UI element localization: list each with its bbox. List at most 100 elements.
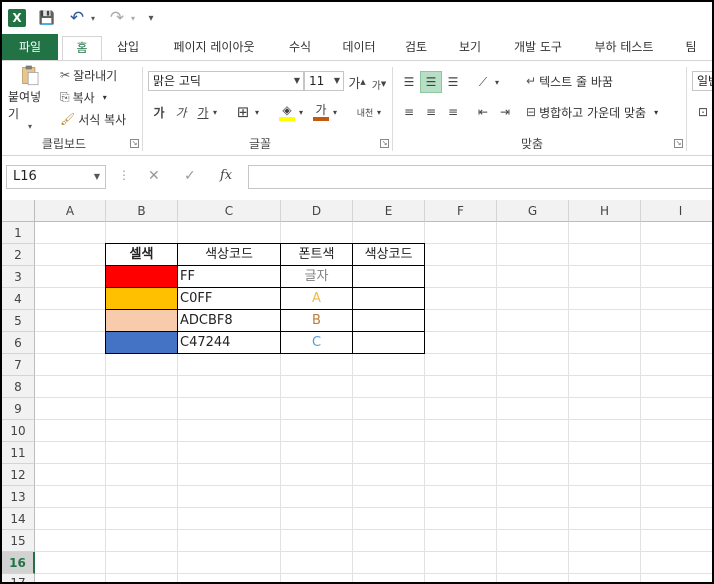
table-header-cell[interactable]: 셀색 bbox=[106, 244, 178, 266]
border-dropdown-icon[interactable]: ▾ bbox=[252, 101, 262, 123]
row-header[interactable]: 12 bbox=[2, 464, 35, 486]
row-header[interactable]: 9 bbox=[2, 398, 35, 420]
underline-dropdown-icon[interactable]: ▾ bbox=[210, 101, 220, 123]
wrap-text-button[interactable]: ↵ 텍스트 줄 바꿈 bbox=[526, 71, 613, 91]
tab-data[interactable]: 데이터 bbox=[332, 34, 386, 60]
column-header-h[interactable]: H bbox=[569, 200, 641, 222]
table-header-cell[interactable]: 폰트색 bbox=[281, 244, 353, 266]
table-header-cell[interactable]: 색상코드 bbox=[178, 244, 281, 266]
tab-home[interactable]: 홈 bbox=[62, 36, 102, 61]
row-header[interactable]: 7 bbox=[2, 354, 35, 376]
orientation-dropdown-icon[interactable]: ▾ bbox=[492, 71, 502, 93]
color-code-cell[interactable]: ADCBF8 bbox=[178, 310, 281, 332]
phonetic-button[interactable]: 내천 bbox=[354, 101, 376, 123]
align-middle-button[interactable]: ☰ bbox=[420, 71, 442, 93]
orientation-button[interactable]: ⟋ bbox=[472, 71, 494, 93]
font-launcher-icon[interactable]: ↘ bbox=[380, 139, 389, 148]
align-bottom-button[interactable]: ☰ bbox=[442, 71, 464, 93]
column-header-a[interactable]: A bbox=[35, 200, 106, 222]
color-code-cell[interactable]: C47244 bbox=[178, 332, 281, 354]
color-code-result-cell[interactable] bbox=[353, 332, 425, 354]
select-all-corner[interactable] bbox=[2, 200, 35, 222]
align-top-button[interactable]: ☰ bbox=[398, 71, 420, 93]
column-header-g[interactable]: G bbox=[497, 200, 569, 222]
fill-color-cell[interactable] bbox=[106, 266, 178, 288]
copy-dropdown-icon[interactable]: ▾ bbox=[103, 93, 107, 102]
color-code-cell[interactable]: C0FF bbox=[178, 288, 281, 310]
decrease-indent-button[interactable]: ⇤ bbox=[472, 101, 494, 123]
name-box[interactable]: L16 ▼ bbox=[6, 165, 106, 189]
copy-button[interactable]: ⎘ 복사 ▾ bbox=[60, 87, 107, 107]
undo-dropdown-icon[interactable]: ▾ bbox=[88, 8, 98, 28]
column-header-c[interactable]: C bbox=[178, 200, 281, 222]
font-name-select[interactable]: 맑은 고딕 ▼ bbox=[148, 71, 304, 91]
color-code-result-cell[interactable] bbox=[353, 266, 425, 288]
font-color-button[interactable]: 가 bbox=[310, 101, 332, 123]
font-color-dropdown-icon[interactable]: ▾ bbox=[330, 101, 340, 123]
column-header-b[interactable]: B bbox=[106, 200, 178, 222]
fill-color-cell[interactable] bbox=[106, 310, 178, 332]
fill-color-dropdown-icon[interactable]: ▾ bbox=[296, 101, 306, 123]
save-icon[interactable]: 💾 bbox=[36, 8, 58, 28]
cancel-icon[interactable]: ✕ bbox=[148, 168, 160, 184]
row-header[interactable]: 11 bbox=[2, 442, 35, 464]
table-header-cell[interactable]: 색상코드 bbox=[353, 244, 425, 266]
row-header[interactable]: 1 bbox=[2, 222, 35, 244]
row-header[interactable]: 5 bbox=[2, 310, 35, 332]
tab-formulas[interactable]: 수식 bbox=[278, 34, 322, 60]
tab-developer[interactable]: 개발 도구 bbox=[504, 34, 572, 60]
merge-dropdown-icon[interactable]: ▾ bbox=[654, 108, 658, 117]
customize-toolbar-icon[interactable]: ▾ bbox=[144, 8, 158, 28]
row-header[interactable]: 4 bbox=[2, 288, 35, 310]
accounting-format-button[interactable]: ⊡ bbox=[692, 101, 712, 123]
column-header-i[interactable]: I bbox=[641, 200, 712, 222]
redo-dropdown-icon[interactable]: ▾ bbox=[128, 8, 138, 28]
column-header-d[interactable]: D bbox=[281, 200, 353, 222]
row-header[interactable]: 6 bbox=[2, 332, 35, 354]
formula-input[interactable] bbox=[248, 165, 712, 189]
align-left-button[interactable]: ≡ bbox=[398, 101, 420, 123]
cut-button[interactable]: ✂ 잘라내기 bbox=[60, 65, 117, 85]
paste-button[interactable]: 붙여넣기 ▾ bbox=[8, 65, 52, 131]
enter-icon[interactable]: ✓ bbox=[184, 168, 196, 184]
redo-icon[interactable]: ↷ bbox=[106, 8, 128, 28]
row-header[interactable]: 14 bbox=[2, 508, 35, 530]
row-header[interactable]: 2 bbox=[2, 244, 35, 266]
tab-load-test[interactable]: 부하 테스트 bbox=[584, 34, 664, 60]
phonetic-dropdown-icon[interactable]: ▾ bbox=[374, 101, 384, 123]
increase-font-button[interactable]: 가 ▲ bbox=[346, 71, 368, 93]
fill-color-cell[interactable] bbox=[106, 288, 178, 310]
border-button[interactable]: ⊞ bbox=[232, 101, 254, 123]
color-code-result-cell[interactable] bbox=[353, 310, 425, 332]
paste-dropdown-icon[interactable]: ▾ bbox=[28, 122, 32, 131]
merge-center-button[interactable]: ⊟ 병합하고 가운데 맞춤 ▾ bbox=[526, 101, 658, 123]
row-header[interactable]: 17 bbox=[2, 574, 35, 582]
insert-function-icon[interactable]: fx bbox=[220, 168, 232, 183]
align-center-button[interactable]: ≡ bbox=[420, 101, 442, 123]
color-code-result-cell[interactable] bbox=[353, 288, 425, 310]
format-painter-button[interactable]: 🖌 서식 복사 bbox=[60, 109, 126, 129]
tab-insert[interactable]: 삽입 bbox=[108, 34, 148, 60]
italic-button[interactable]: 가 bbox=[170, 101, 192, 123]
row-header[interactable]: 3 bbox=[2, 266, 35, 288]
font-color-cell[interactable]: B bbox=[281, 310, 353, 332]
clipboard-launcher-icon[interactable]: ↘ bbox=[130, 139, 139, 148]
increase-indent-button[interactable]: ⇥ bbox=[494, 101, 516, 123]
font-color-cell[interactable]: A bbox=[281, 288, 353, 310]
fill-color-button[interactable]: ◈ bbox=[276, 101, 298, 123]
undo-icon[interactable]: ↶ bbox=[66, 8, 88, 28]
align-right-button[interactable]: ≡ bbox=[442, 101, 464, 123]
row-header[interactable]: 15 bbox=[2, 530, 35, 552]
font-color-cell[interactable]: 글자 bbox=[281, 266, 353, 288]
row-header-selected[interactable]: 16 bbox=[2, 552, 35, 574]
row-header[interactable]: 8 bbox=[2, 376, 35, 398]
alignment-launcher-icon[interactable]: ↘ bbox=[674, 139, 683, 148]
row-header[interactable]: 13 bbox=[2, 486, 35, 508]
row-header[interactable]: 10 bbox=[2, 420, 35, 442]
tab-file[interactable]: 파일 bbox=[2, 34, 58, 60]
fill-color-cell[interactable] bbox=[106, 332, 178, 354]
font-color-cell[interactable]: C bbox=[281, 332, 353, 354]
tab-view[interactable]: 보기 bbox=[448, 34, 492, 60]
column-header-e[interactable]: E bbox=[353, 200, 425, 222]
number-format-select[interactable]: 일반 bbox=[692, 71, 712, 91]
